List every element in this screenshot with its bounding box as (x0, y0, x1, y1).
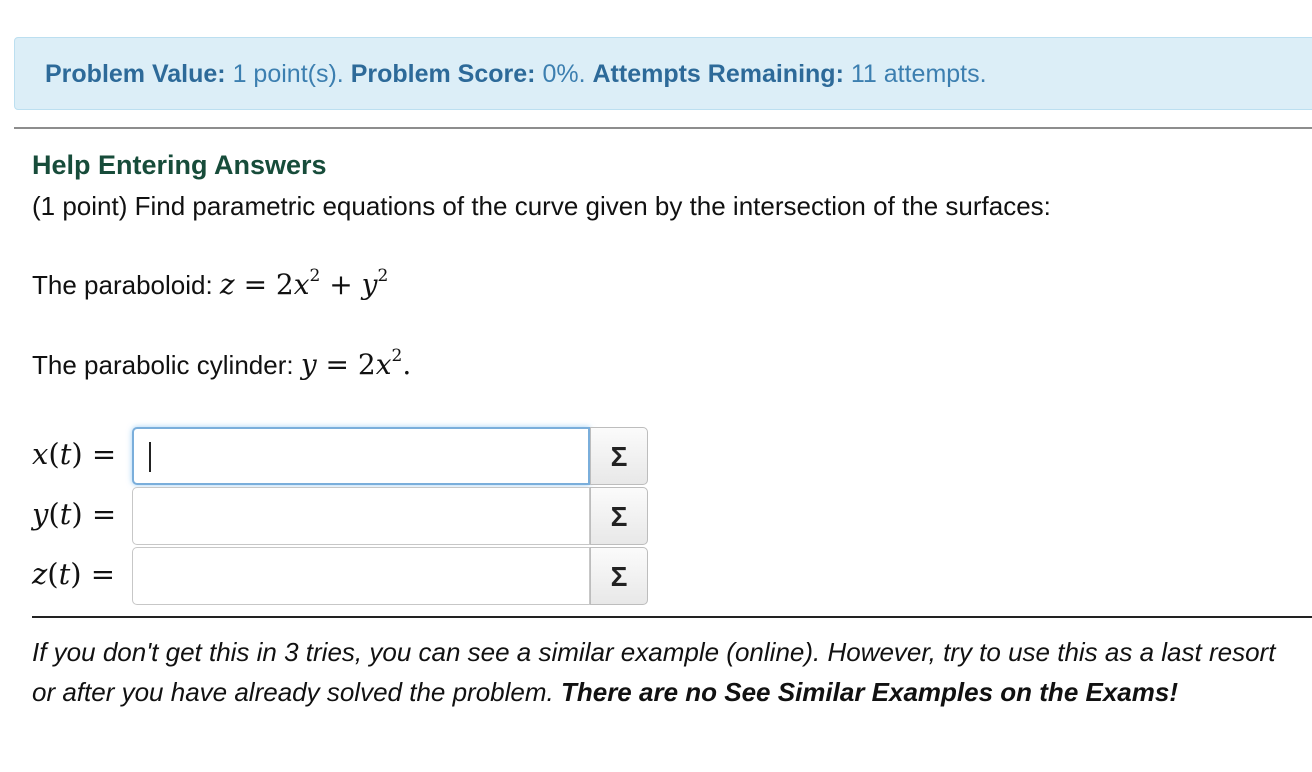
attempts-remaining-label: Attempts Remaining: (592, 60, 844, 88)
text-caret (149, 442, 151, 472)
equation-editor-button-x[interactable]: Σ (590, 427, 648, 485)
sigma-icon: Σ (610, 441, 628, 472)
paraboloid-label: The paraboloid: (32, 270, 220, 300)
equation-editor-button-y[interactable]: Σ (590, 487, 648, 545)
bottom-divider (32, 616, 1312, 618)
answer-label-y: y(t) = (32, 497, 117, 531)
exam-warning: There are no See Similar Examples on the… (560, 677, 1178, 707)
paraboloid-formula: z = 2x2 + y2 (219, 266, 389, 302)
similar-example-note: If you don't get this in 3 tries, you ca… (32, 632, 1302, 712)
problem-score-label: Problem Score: (350, 60, 536, 88)
help-entering-answers-link[interactable]: Help Entering Answers (32, 150, 327, 181)
cylinder-equation: The parabolic cylinder: y = 2x2. (32, 346, 412, 382)
attempts-remaining: 11 attempts. (850, 60, 987, 88)
top-divider (14, 127, 1312, 129)
problem-status-bar: Problem Value: 1 point(s). Problem Score… (14, 37, 1312, 110)
sigma-icon: Σ (610, 561, 628, 592)
sigma-icon: Σ (610, 501, 628, 532)
paraboloid-equation: The paraboloid: z = 2x2 + y2 (32, 266, 389, 302)
answer-label-x: x(t) = (32, 437, 117, 471)
answer-label-z: z(t) = (32, 557, 116, 591)
problem-value-label: Problem Value: (45, 60, 226, 88)
answer-input-x[interactable] (132, 427, 590, 485)
problem-score: 0%. (542, 60, 586, 88)
answer-input-y[interactable] (132, 487, 590, 545)
equation-editor-button-z[interactable]: Σ (590, 547, 648, 605)
problem-value: 1 point(s). (232, 60, 344, 88)
cylinder-formula: y = 2x2. (300, 346, 412, 382)
answer-input-z[interactable] (132, 547, 590, 605)
problem-intro: (1 point) Find parametric equations of t… (32, 191, 1051, 221)
cylinder-label: The parabolic cylinder: (32, 350, 301, 380)
